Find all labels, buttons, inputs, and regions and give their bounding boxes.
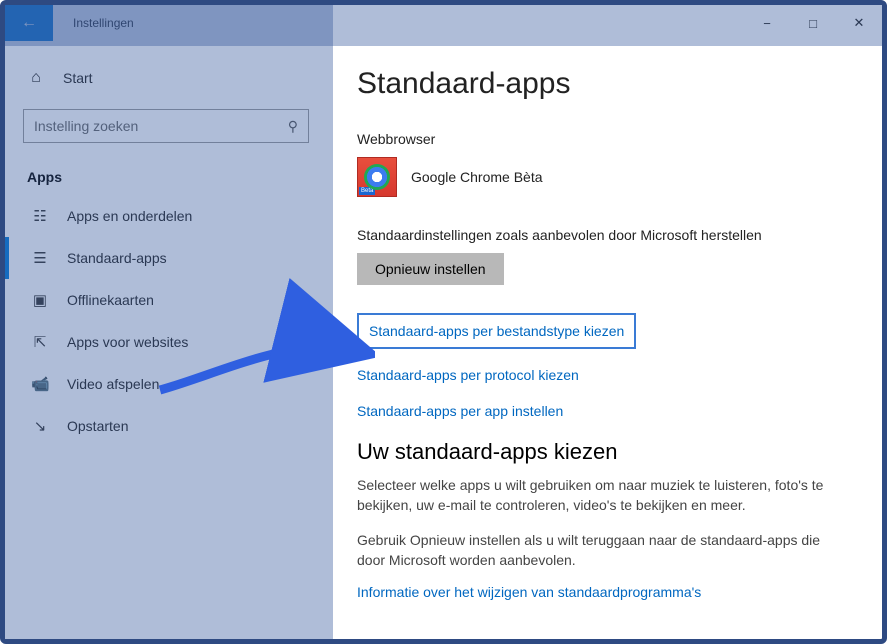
back-button[interactable]: ←: [5, 5, 53, 41]
sidebar-item-label: Video afspelen: [67, 376, 159, 392]
sidebar: ⌂ Start Instelling zoeken ⚲ Apps ☷ Apps …: [5, 41, 327, 639]
open-external-icon: ⇱: [31, 333, 49, 351]
sidebar-home-label: Start: [63, 70, 93, 86]
subheading: Uw standaard-apps kiezen: [357, 439, 852, 465]
description-1: Selecteer welke apps u wilt gebruiken om…: [357, 475, 837, 516]
settings-window: ← Instellingen − □ ✕ ⌂ Start Instelling …: [0, 0, 887, 644]
sidebar-item-label: Apps en onderdelen: [67, 208, 192, 224]
browser-section-label: Webbrowser: [357, 131, 852, 147]
link-choose-by-protocol[interactable]: Standaard-apps per protocol kiezen: [357, 367, 852, 383]
sidebar-item-default-apps[interactable]: ☰ Standaard-apps: [5, 237, 327, 279]
sidebar-item-label: Standaard-apps: [67, 250, 167, 266]
list-icon: ☷: [31, 207, 49, 225]
arrow-left-icon: ←: [21, 14, 37, 32]
sidebar-item-video-playback[interactable]: 📹 Video afspelen: [5, 363, 327, 405]
sidebar-item-label: Opstarten: [67, 418, 128, 434]
maximize-button[interactable]: □: [790, 5, 836, 41]
sidebar-home[interactable]: ⌂ Start: [5, 61, 327, 95]
minimize-button[interactable]: −: [744, 5, 790, 41]
sidebar-item-startup[interactable]: ↘ Opstarten: [5, 405, 327, 447]
maximize-icon: □: [809, 16, 817, 31]
sidebar-category: Apps: [5, 163, 327, 195]
map-icon: ▣: [31, 291, 49, 309]
restore-defaults-label: Standaardinstellingen zoals aanbevolen d…: [357, 227, 852, 243]
sidebar-item-label: Apps voor websites: [67, 334, 188, 350]
link-set-by-app[interactable]: Standaard-apps per app instellen: [357, 403, 852, 419]
reset-button[interactable]: Opnieuw instellen: [357, 253, 504, 285]
close-button[interactable]: ✕: [836, 5, 882, 41]
titlebar: ← Instellingen − □ ✕: [5, 5, 882, 41]
startup-icon: ↘: [31, 417, 49, 435]
search-placeholder: Instelling zoeken: [34, 118, 138, 134]
default-browser-row[interactable]: Beta Google Chrome Bèta: [357, 157, 852, 197]
search-input[interactable]: Instelling zoeken ⚲: [23, 109, 309, 143]
chrome-beta-icon: Beta: [357, 157, 397, 197]
window-title: Instellingen: [73, 16, 134, 30]
sidebar-item-apps-features[interactable]: ☷ Apps en onderdelen: [5, 195, 327, 237]
home-icon: ⌂: [27, 69, 45, 87]
search-icon: ⚲: [288, 118, 298, 135]
link-more-info[interactable]: Informatie over het wijzigen van standaa…: [357, 584, 701, 600]
window-body: ⌂ Start Instelling zoeken ⚲ Apps ☷ Apps …: [5, 41, 882, 639]
minimize-icon: −: [763, 16, 771, 31]
link-choose-by-filetype[interactable]: Standaard-apps per bestandstype kiezen: [357, 313, 636, 349]
close-icon: ✕: [854, 15, 865, 31]
window-controls: − □ ✕: [744, 5, 882, 41]
main-content: Standaard-apps Webbrowser Beta Google Ch…: [327, 41, 882, 639]
description-2: Gebruik Opnieuw instellen als u wilt ter…: [357, 530, 837, 571]
sidebar-item-apps-websites[interactable]: ⇱ Apps voor websites: [5, 321, 327, 363]
sidebar-item-label: Offlinekaarten: [67, 292, 154, 308]
default-browser-name: Google Chrome Bèta: [411, 169, 543, 185]
defaults-icon: ☰: [31, 249, 49, 267]
page-title: Standaard-apps: [357, 67, 852, 101]
sidebar-item-offline-maps[interactable]: ▣ Offlinekaarten: [5, 279, 327, 321]
video-icon: 📹: [31, 375, 49, 393]
beta-badge: Beta: [359, 187, 375, 195]
